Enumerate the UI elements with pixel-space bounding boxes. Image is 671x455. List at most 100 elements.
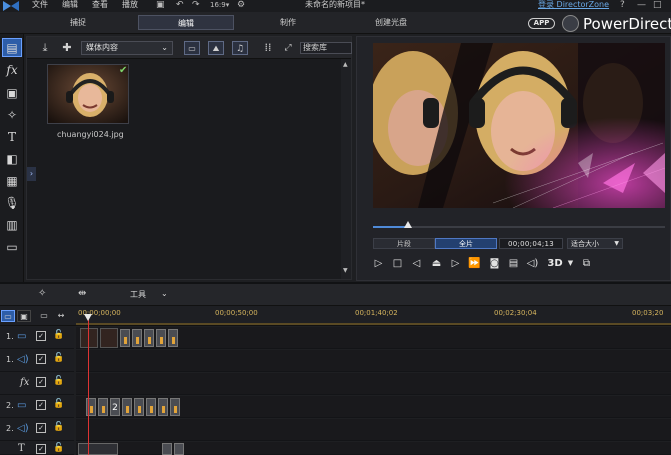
fit-timeline-icon[interactable]: ↔ — [54, 310, 68, 322]
playhead-line[interactable] — [88, 318, 89, 455]
title-clip[interactable] — [78, 443, 118, 455]
media-content-dropdown[interactable]: 媒体内容 ⌄ — [81, 41, 173, 55]
effect-clip[interactable] — [170, 398, 180, 416]
lock-icon[interactable]: 🔓 — [53, 330, 64, 340]
lock-icon[interactable]: 🔓 — [53, 353, 64, 363]
track-lane-video-2[interactable]: 2 — [76, 396, 671, 418]
tab-edit[interactable]: 编辑 — [138, 15, 234, 30]
playhead-handle[interactable] — [84, 314, 92, 321]
app-badge-button[interactable]: APP — [528, 18, 555, 29]
track-lane-video-1[interactable] — [76, 327, 671, 349]
redo-icon[interactable]: ↷ — [192, 0, 200, 10]
effect-clip[interactable] — [174, 443, 184, 455]
track-enable-checkbox[interactable]: ✓ — [36, 444, 46, 454]
effect-clip[interactable] — [156, 329, 166, 347]
effect-clip[interactable] — [158, 398, 168, 416]
media-thumbnail[interactable] — [47, 64, 129, 124]
track-enable-checkbox[interactable]: ✓ — [36, 377, 46, 387]
login-directorzone-link[interactable]: 登录 DirectorZone — [538, 0, 609, 10]
lock-icon[interactable]: 🔓 — [53, 422, 64, 432]
library-scrollbar[interactable]: ▲ ▼ — [341, 59, 351, 279]
track-lane-audio-2[interactable] — [76, 419, 671, 441]
aspect-ratio-icon[interactable]: 16:9▾ — [210, 0, 229, 10]
magic-tools-icon[interactable]: ✧ — [38, 288, 46, 299]
menu-edit[interactable]: 编辑 — [62, 0, 78, 10]
scrubber-handle[interactable] — [404, 221, 413, 228]
track-manager-icon[interactable]: ▭ — [37, 310, 51, 322]
track-enable-checkbox[interactable]: ✓ — [36, 331, 46, 341]
filter-audio-icon[interactable]: ♫ — [232, 41, 248, 55]
track-lane-title[interactable] — [76, 442, 671, 455]
effect-clip[interactable] — [122, 398, 132, 416]
track-enable-checkbox[interactable]: ✓ — [36, 354, 46, 364]
previous-frame-icon[interactable]: ◁ — [409, 256, 424, 271]
playback-scrubber-track[interactable] — [373, 226, 665, 228]
snapshot-camera-icon[interactable]: ◙ — [487, 256, 502, 271]
grid-view-icon[interactable]: ⁞⁞ — [260, 41, 276, 55]
tab-produce[interactable]: 制作 — [240, 15, 336, 30]
settings-gear-icon[interactable]: ⚙ — [237, 0, 245, 10]
timeline-view-icon[interactable]: ▭ — [1, 310, 15, 322]
scroll-up-icon[interactable]: ▲ — [343, 61, 348, 68]
effect-clip[interactable] — [98, 398, 108, 416]
pip-room-icon[interactable]: ▣ — [2, 84, 22, 103]
timecode-display[interactable]: 00;00;04;13 — [499, 238, 563, 249]
lock-icon[interactable]: 🔓 — [53, 443, 64, 453]
chevron-down-icon[interactable]: ⌄ — [161, 289, 168, 298]
undo-icon[interactable]: ↶ — [176, 0, 184, 10]
track-enable-checkbox[interactable]: ✓ — [36, 400, 46, 410]
chevron-down-icon[interactable]: ▼ — [563, 256, 578, 271]
undock-preview-icon[interactable]: ⧉ — [579, 256, 594, 271]
movie-mode-tab[interactable]: 全片 — [435, 238, 497, 249]
voiceover-microphone-icon[interactable]: 🎙 — [2, 194, 22, 213]
audio-mixing-room-icon[interactable]: ▦ — [2, 172, 22, 191]
fit-size-dropdown[interactable]: 适合大小 ▼ — [567, 238, 623, 249]
stop-icon[interactable]: □ — [390, 256, 405, 271]
transition-room-icon[interactable]: ◧ — [2, 150, 22, 169]
menu-view[interactable]: 查看 — [92, 0, 108, 10]
effect-clip[interactable] — [120, 329, 130, 347]
fx-room-icon[interactable]: fx — [2, 61, 22, 80]
track-enable-checkbox[interactable]: ✓ — [36, 423, 46, 433]
help-icon[interactable]: ? — [620, 0, 625, 10]
video-clip[interactable] — [80, 328, 98, 348]
effect-clip[interactable] — [144, 329, 154, 347]
title-clip[interactable]: 2 — [110, 398, 120, 416]
3d-mode-button[interactable]: 3D — [545, 256, 565, 271]
effect-clip[interactable] — [162, 443, 172, 455]
menu-play[interactable]: 播放 — [122, 0, 138, 10]
minimize-icon[interactable]: — — [637, 0, 646, 10]
effect-clip[interactable] — [132, 329, 142, 347]
tab-create-disc[interactable]: 创建光盘 — [343, 15, 439, 30]
track-lane-fx[interactable] — [76, 373, 671, 395]
maximize-icon[interactable]: □ — [653, 0, 662, 10]
play-icon[interactable]: ▷ — [371, 256, 386, 271]
particle-room-icon[interactable]: ✧ — [2, 106, 22, 125]
library-search-input[interactable]: 搜索库 — [300, 42, 352, 54]
lock-icon[interactable]: 🔓 — [53, 399, 64, 409]
split-icon[interactable]: ⏏ — [429, 256, 444, 271]
import-media-icon[interactable]: ⤓ — [37, 41, 53, 55]
media-room-icon[interactable]: ▤ — [2, 38, 22, 57]
effect-clip[interactable] — [146, 398, 156, 416]
collapse-panel-chevron-icon[interactable]: › — [27, 167, 36, 181]
next-frame-icon[interactable]: ▷ — [448, 256, 463, 271]
fast-forward-icon[interactable]: ⏩ — [467, 256, 482, 271]
title-room-icon[interactable]: T — [2, 128, 22, 147]
track-lane-audio-1[interactable] — [76, 350, 671, 372]
subtitle-room-icon[interactable]: ▭ — [2, 238, 22, 257]
volume-icon[interactable]: ◁) — [525, 256, 540, 271]
lock-icon[interactable]: 🔓 — [53, 376, 64, 386]
ruler-scale[interactable] — [76, 323, 671, 325]
trim-split-icon[interactable]: ⇹ — [78, 288, 86, 299]
subtitle-icon[interactable]: ▤ — [506, 256, 521, 271]
chapter-room-icon[interactable]: ▥ — [2, 216, 22, 235]
storyboard-view-icon[interactable]: ▣ — [17, 310, 31, 322]
tab-capture[interactable]: 捕捉 — [30, 15, 126, 30]
save-icon[interactable]: ▣ — [156, 0, 165, 10]
preview-screen[interactable] — [373, 43, 665, 208]
effect-clip[interactable] — [134, 398, 144, 416]
plugin-puzzle-icon[interactable]: ✚ — [59, 41, 75, 55]
expand-view-icon[interactable]: ⤢ — [280, 41, 296, 55]
effect-clip[interactable] — [168, 329, 178, 347]
